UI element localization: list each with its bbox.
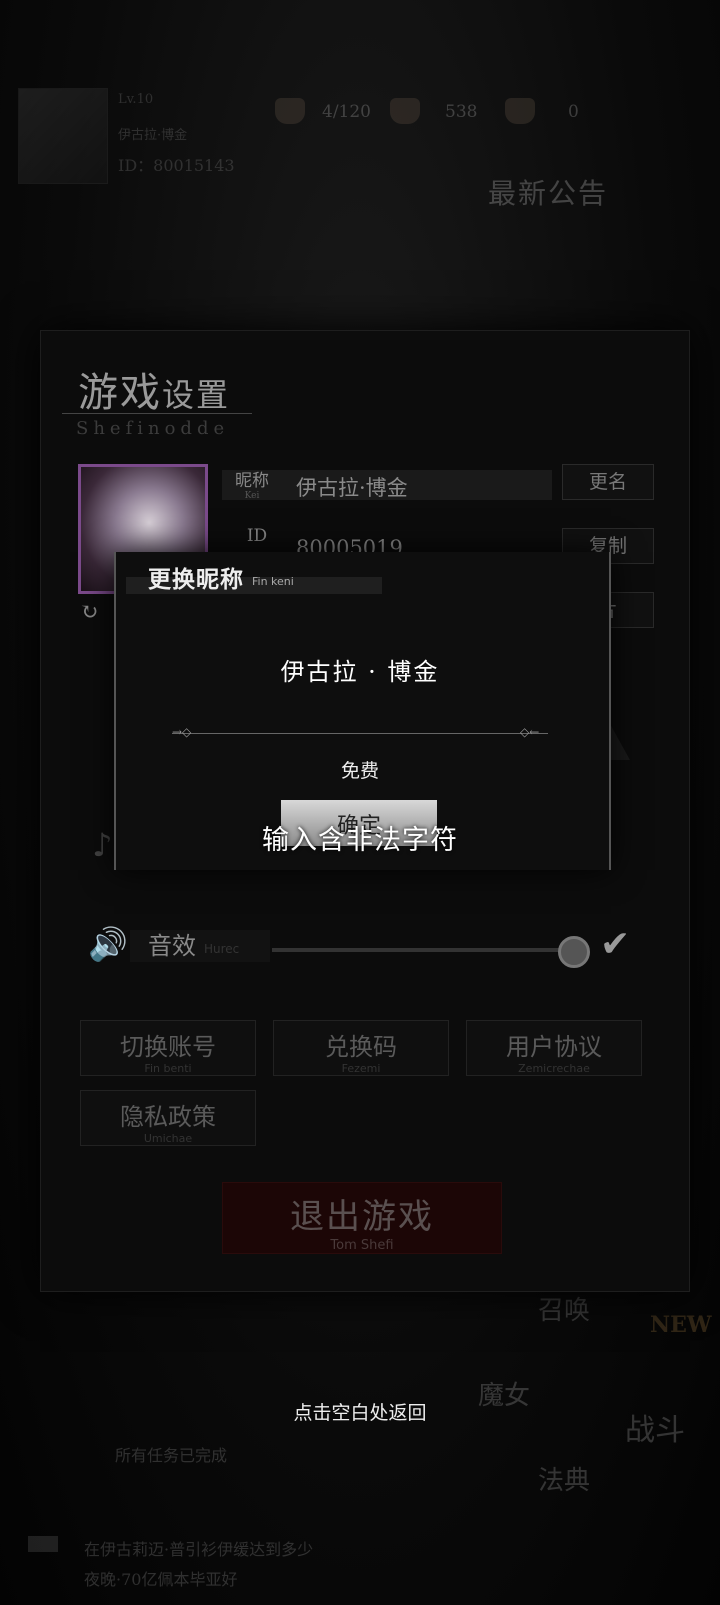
player-level: Lv.10 [118,92,154,107]
modal-title-sub: Fin keni [252,575,294,588]
rename-button[interactable]: 更名 [562,464,654,500]
task-status: 所有任务已完成 [115,1446,228,1465]
user-agreement-button[interactable]: 用户协议 Zemicrechae [466,1020,642,1076]
settings-subtitle: Shefinodde [76,418,230,439]
tap-blank-to-return[interactable]: 点击空白处返回 [0,1398,720,1425]
currency-value: 0 [568,102,579,122]
error-toast: 输入含非法字符 [262,825,458,856]
refresh-avatar-icon[interactable]: ↻ [80,600,98,625]
rename-cost: 免费 [340,760,379,782]
stamina-value: 4/120 [322,102,371,122]
sfx-slider-knob[interactable] [558,936,590,968]
player-name: 伊古拉·博金 [118,128,188,143]
sfx-label: 音效 [148,932,196,960]
id-label: ID [246,526,268,546]
sfx-check-icon[interactable]: ✔ [600,924,630,965]
gem-value: 538 [445,102,478,122]
exit-game-button[interactable]: 退出游戏 Tom Shefi [222,1182,502,1254]
input-underline [172,733,548,734]
player-avatar [18,88,108,184]
nickname-label: 昵称 Kei [235,471,269,501]
chat-icon[interactable] [28,1536,58,1552]
sfx-sublabel: Hurec [204,942,240,956]
gem-icon [390,98,420,124]
switch-account-button[interactable]: 切换账号 Fin benti [80,1020,256,1076]
divider-arrow-left: →◇ [172,725,192,739]
ticker-line-2: 夜晚·70亿佩本毕亚好 [84,1570,238,1589]
settings-title: 游戏设置 [78,370,231,416]
currency-icon [505,98,535,124]
modal-title: 更换昵称 [148,566,244,593]
notice-title[interactable]: 最新公告 [488,172,608,212]
divider-arrow-right: ◇← [520,725,540,739]
ticker-line-1: 在伊古莉迈·普引衫伊缓达到多少 [84,1540,314,1559]
nickname-input[interactable]: 伊古拉 · 博金 [0,652,720,687]
nickname-value: 伊古拉·博金 [296,476,408,500]
new-badge: NEW [650,1312,712,1338]
summon-button[interactable]: 召唤 [538,1290,590,1327]
title-underline [62,413,252,414]
volume-icon: 🔊 [88,925,128,963]
player-id: ID：80015143 [118,156,235,175]
redeem-code-button[interactable]: 兑换码 Fezemi [273,1020,449,1076]
codex-button[interactable]: 法典 [538,1460,590,1497]
stamina-icon [275,98,305,124]
sfx-slider[interactable] [272,948,572,952]
privacy-policy-button[interactable]: 隐私政策 Umichae [80,1090,256,1146]
